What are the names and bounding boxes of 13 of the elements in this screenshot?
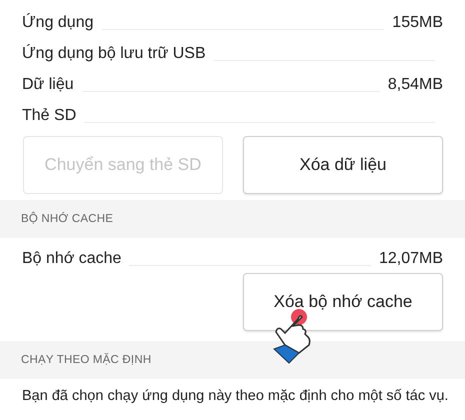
row-label: Thẻ SD <box>22 106 76 126</box>
clear-button[interactable]: Xóa dữ liệu <box>243 136 443 194</box>
row-label: Ứng dụng bộ lưu trữ USB <box>22 44 206 64</box>
default-info-text: Bạn đã chọn chạy ứng dụng này theo mặc định cho một số tác vụ. <box>21 387 450 406</box>
row-label: Bộ nhớ cache <box>22 249 122 269</box>
row-label: Ứng dụng <box>22 13 94 33</box>
size-value: 12,07MB <box>378 249 443 269</box>
section-header: CHẠY THEO MẶC ĐỊNH <box>21 354 152 366</box>
size-value: 8,54MB <box>388 75 443 95</box>
section-header: BỘ NHỚ CACHE <box>21 213 114 225</box>
size-value: 155MB <box>392 13 443 33</box>
clear-button[interactable]: Xóa bộ nhớ cache <box>243 273 443 331</box>
row-label: Dữ liệu <box>22 75 74 95</box>
